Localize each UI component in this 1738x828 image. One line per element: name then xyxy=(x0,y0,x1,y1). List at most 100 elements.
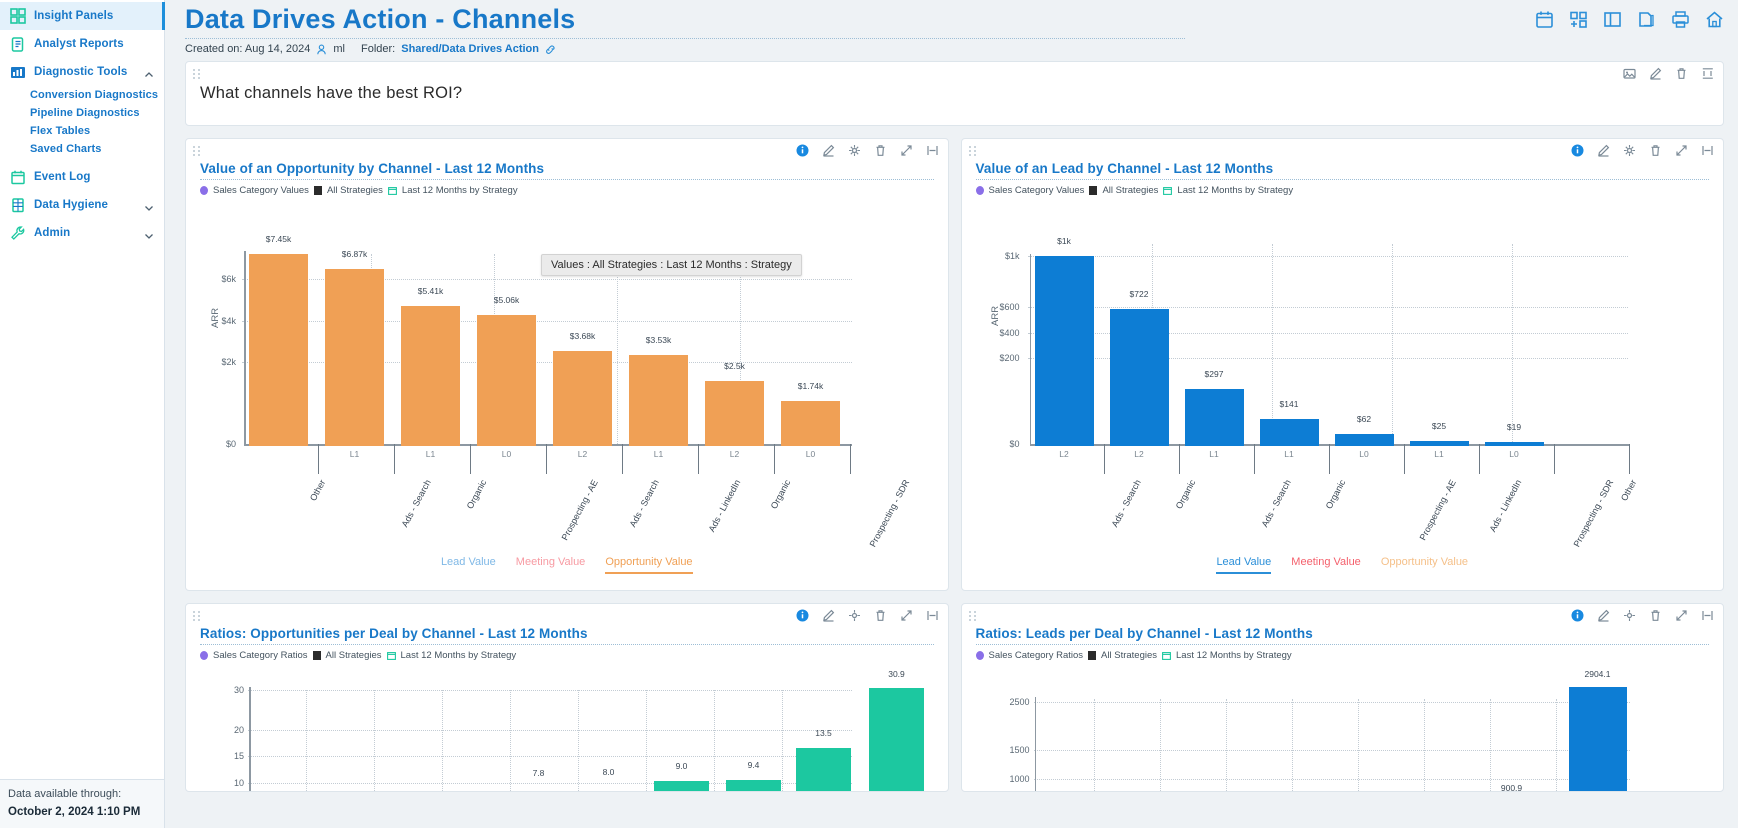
edit-icon[interactable] xyxy=(822,609,835,622)
sidebar-item-admin[interactable]: Admin xyxy=(0,219,164,247)
edit-icon[interactable] xyxy=(1597,609,1610,622)
sidebar-item-data-hygiene[interactable]: Data Hygiene xyxy=(0,191,164,219)
share-icon[interactable] xyxy=(848,609,861,622)
bar[interactable] xyxy=(869,688,924,792)
bar[interactable] xyxy=(1259,419,1319,447)
collapse-icon[interactable] xyxy=(926,609,939,622)
image-icon[interactable] xyxy=(1623,67,1636,80)
collapse-icon[interactable] xyxy=(1701,144,1714,157)
bar[interactable] xyxy=(1334,434,1394,447)
bar[interactable] xyxy=(1034,256,1094,447)
x-tick xyxy=(470,444,471,475)
drag-handle[interactable] xyxy=(193,69,202,80)
bar[interactable] xyxy=(629,355,688,447)
chevron-up-icon[interactable] xyxy=(144,67,154,77)
tab-lead-value[interactable]: Lead Value xyxy=(1216,556,1272,575)
tab-meeting-value[interactable]: Meeting Value xyxy=(1291,556,1361,574)
calendar-icon[interactable] xyxy=(1535,10,1554,29)
tab-lead-value[interactable]: Lead Value xyxy=(441,556,496,574)
legend-strategy: All Strategies xyxy=(1101,650,1158,662)
y-tick-label: 20 xyxy=(233,725,244,736)
vgridline xyxy=(617,254,618,445)
delete-icon[interactable] xyxy=(1675,67,1688,80)
info-icon[interactable] xyxy=(796,144,809,157)
chevron-down-icon[interactable] xyxy=(144,200,154,211)
edit-icon[interactable] xyxy=(822,144,835,157)
expand-icon[interactable] xyxy=(1675,144,1688,157)
add-panel-icon[interactable] xyxy=(1569,10,1588,29)
print-icon[interactable] xyxy=(1671,10,1690,29)
info-icon[interactable] xyxy=(796,609,809,622)
wrench-icon xyxy=(10,225,26,241)
tab-meeting-value[interactable]: Meeting Value xyxy=(516,556,586,574)
delete-icon[interactable] xyxy=(1649,144,1662,157)
drag-handle[interactable] xyxy=(968,146,978,157)
vgridline xyxy=(578,690,579,792)
bar[interactable] xyxy=(1184,389,1244,447)
info-icon[interactable] xyxy=(1571,609,1584,622)
drag-handle[interactable] xyxy=(193,611,202,622)
bar[interactable] xyxy=(325,269,384,447)
bar[interactable] xyxy=(477,315,536,447)
share-icon[interactable] xyxy=(1623,144,1636,157)
bar[interactable] xyxy=(401,306,460,447)
sidebar-item-flex-tables[interactable]: Flex Tables xyxy=(0,122,164,140)
home-icon[interactable] xyxy=(1705,10,1724,29)
bar[interactable] xyxy=(796,748,851,792)
bar[interactable] xyxy=(249,254,308,447)
bar[interactable] xyxy=(1409,441,1469,447)
delete-icon[interactable] xyxy=(1649,609,1662,622)
chart-legend: Sales Category Values All Strategies Las… xyxy=(200,185,934,196)
bar[interactable] xyxy=(726,780,781,792)
sidebar-item-label: Admin xyxy=(34,227,71,239)
sidebar-item-insight-panels[interactable]: Insight Panels xyxy=(0,2,165,30)
x-tick xyxy=(1553,444,1555,475)
tab-opportunity-value[interactable]: Opportunity Value xyxy=(605,556,693,575)
bar[interactable] xyxy=(781,401,840,447)
panel-leads-per-deal: Ratios: Leads per Deal by Channel - Last… xyxy=(960,603,1724,793)
vgridline xyxy=(782,690,783,792)
info-icon[interactable] xyxy=(1571,144,1584,157)
share-icon[interactable] xyxy=(848,144,861,157)
calendar-icon xyxy=(10,169,26,185)
bar[interactable] xyxy=(1568,687,1627,792)
duplicate-icon[interactable] xyxy=(1637,10,1656,29)
chevron-down-icon[interactable] xyxy=(144,228,154,239)
sidebar-item-analyst-reports[interactable]: Analyst Reports xyxy=(0,30,164,58)
bar[interactable] xyxy=(705,381,764,447)
chart-divider xyxy=(975,644,1709,646)
y-tick-label: 15 xyxy=(233,751,244,762)
collapse-icon[interactable] xyxy=(1701,609,1714,622)
page-title: Data Drives Action - Channels xyxy=(185,4,576,34)
sidebar-item-conversion-diagnostics[interactable]: Conversion Diagnostics xyxy=(0,86,164,104)
expand-icon[interactable] xyxy=(1675,609,1688,622)
bar-value-label: $5.06k xyxy=(493,295,520,306)
link-icon[interactable] xyxy=(545,44,556,55)
bar[interactable] xyxy=(1484,442,1544,447)
bar[interactable] xyxy=(1109,309,1169,447)
expand-icon[interactable] xyxy=(900,144,913,157)
bar[interactable] xyxy=(553,351,612,447)
bar[interactable] xyxy=(654,781,709,792)
share-icon[interactable] xyxy=(1623,609,1636,622)
sidebar-item-event-log[interactable]: Event Log xyxy=(0,163,164,191)
layout-icon[interactable] xyxy=(1603,10,1622,29)
expand-icon[interactable] xyxy=(900,609,913,622)
tab-opportunity-value[interactable]: Opportunity Value xyxy=(1381,556,1468,574)
sidebar-item-pipeline-diagnostics[interactable]: Pipeline Diagnostics xyxy=(0,104,164,122)
edit-icon[interactable] xyxy=(1649,67,1662,80)
edit-icon[interactable] xyxy=(1597,144,1610,157)
bar-value-label: $141 xyxy=(1279,399,1299,410)
x-level-label: L1 xyxy=(1209,449,1219,460)
sidebar-item-diagnostic-tools[interactable]: Diagnostic Tools xyxy=(0,58,164,86)
delete-icon[interactable] xyxy=(874,609,887,622)
delete-icon[interactable] xyxy=(874,144,887,157)
sidebar-item-saved-charts[interactable]: Saved Charts xyxy=(0,140,164,158)
grid-panels-icon xyxy=(10,8,26,24)
drag-handle[interactable] xyxy=(968,611,978,622)
resize-icon[interactable] xyxy=(1701,67,1714,80)
drag-handle[interactable] xyxy=(193,146,202,157)
folder-path[interactable]: Shared/Data Drives Action xyxy=(401,43,539,55)
gridline xyxy=(1033,779,1630,781)
collapse-icon[interactable] xyxy=(926,144,939,157)
